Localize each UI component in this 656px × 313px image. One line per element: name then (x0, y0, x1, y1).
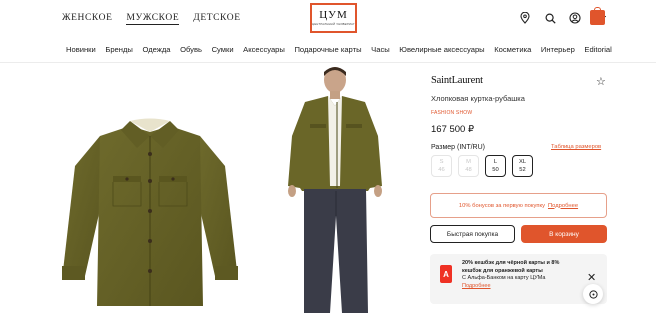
close-icon[interactable]: ✕ (587, 271, 596, 284)
size-ru: 46 (438, 167, 445, 173)
promo-line-2: кешбэк для оранжевой карты (462, 267, 543, 274)
size-option-l[interactable]: L 50 (485, 155, 506, 177)
bonus-details-link[interactable]: Подробнее (548, 203, 578, 209)
size-table-link[interactable]: Таблица размеров (551, 144, 601, 150)
promo-text: 20% кешбэк для чёрной карты и 8% кешбэк … (462, 260, 559, 291)
promo-line-1: 20% кешбэк для чёрной карты и 8% (462, 260, 560, 266)
size-int: L (493, 159, 498, 165)
bonus-banner: 10% бонусов за первую покупку Подробнее (430, 193, 607, 218)
alfa-bank-logo: А (440, 265, 452, 283)
product-price: 167 500 ₽ (431, 124, 475, 135)
size-ru: 52 (519, 167, 526, 173)
nav-item-editorial[interactable]: Editorial (584, 45, 611, 54)
tab-men[interactable]: МУЖСКОЕ (126, 13, 180, 25)
top-header: ЖЕНСКОЕ МУЖСКОЕ ДЕТСКОЕ ЦУМ ЦЕНТРАЛЬНЫЙ … (0, 0, 656, 38)
location-icon[interactable] (519, 12, 531, 24)
cashback-promo: А 20% кешбэк для чёрной карты и 8% кешбэ… (430, 254, 607, 304)
promo-details-link[interactable]: Подробнее (462, 283, 559, 291)
nav-item-shoes[interactable]: Обувь (180, 45, 202, 54)
category-nav: Новинки Бренды Одежда Обувь Сумки Аксесс… (66, 45, 612, 54)
tsum-logo[interactable]: ЦУМ ЦЕНТРАЛЬНЫЙ УНИВЕРМАГ (310, 3, 357, 33)
cart-icon[interactable] (590, 7, 605, 25)
size-option-xl[interactable]: XL 52 (512, 155, 533, 177)
size-ru: 48 (465, 167, 472, 173)
quick-buy-button[interactable]: Быстрая покупка (430, 225, 515, 243)
size-selector: S 46 M 48 L 50 XL 52 (431, 155, 533, 177)
fashion-show-tag: FASHION SHOW (431, 110, 473, 116)
size-ru: 50 (492, 167, 499, 173)
gender-nav: ЖЕНСКОЕ МУЖСКОЕ ДЕТСКОЕ (62, 13, 241, 25)
nav-item-watches[interactable]: Часы (371, 45, 390, 54)
logo-text: ЦУМ (319, 9, 348, 21)
product-image-model[interactable] (280, 66, 390, 313)
tab-women[interactable]: ЖЕНСКОЕ (62, 13, 112, 25)
size-option-s[interactable]: S 46 (431, 155, 452, 177)
header-divider (0, 62, 656, 63)
nav-item-new[interactable]: Новинки (66, 45, 96, 54)
bonus-text: 10% бонусов за первую покупку (458, 202, 545, 209)
nav-item-jewelry[interactable]: Ювелирные аксессуары (399, 45, 484, 54)
add-to-cart-button[interactable]: В корзину (521, 225, 607, 243)
nav-item-interior[interactable]: Интерьер (541, 45, 575, 54)
brand-logo[interactable]: SaintLaurent (431, 75, 483, 86)
tab-kids[interactable]: ДЕТСКОЕ (193, 13, 240, 25)
account-icon[interactable] (569, 12, 581, 24)
promo-line-3: С Альфа-Банком на карту ЦУМа (462, 275, 546, 282)
nav-item-cosmetics[interactable]: Косметика (494, 45, 531, 54)
nav-item-clothing[interactable]: Одежда (142, 45, 170, 54)
logo-subtext: ЦЕНТРАЛЬНЫЙ УНИВЕРМАГ (312, 23, 355, 26)
product-image-front[interactable] (55, 66, 245, 313)
size-label: Размер (INT/RU) (431, 144, 485, 151)
size-int: XL (518, 159, 527, 165)
size-int: M (466, 159, 471, 165)
product-title: Хлопковая куртка-рубашка (431, 94, 525, 103)
size-int: S (439, 159, 444, 165)
nav-item-accessories[interactable]: Аксессуары (243, 45, 285, 54)
search-icon[interactable] (544, 12, 556, 24)
nav-item-gift-cards[interactable]: Подарочные карты (294, 45, 361, 54)
size-option-m[interactable]: M 48 (458, 155, 479, 177)
add-to-favorites-icon[interactable]: ☆ (596, 75, 606, 88)
nav-item-brands[interactable]: Бренды (105, 45, 133, 54)
nav-item-bags[interactable]: Сумки (212, 45, 234, 54)
chat-icon[interactable] (583, 284, 603, 304)
